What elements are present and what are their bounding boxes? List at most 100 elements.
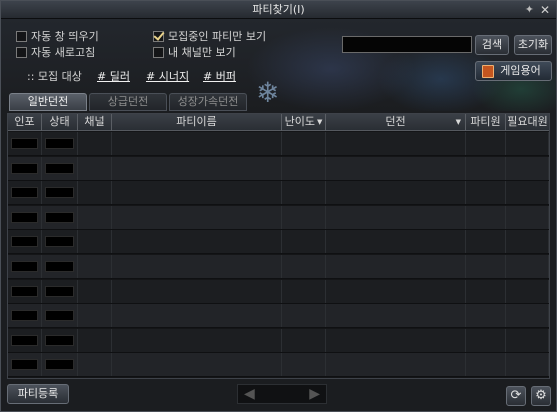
tag-synergy[interactable]: # 시너지 [146,68,189,84]
table-row[interactable] [8,304,549,329]
table-cell [112,279,282,303]
next-page-icon[interactable]: ▶ [309,386,320,402]
tab-normal-dungeon[interactable]: 일반던전 [9,93,87,111]
table-cell [282,156,326,180]
col-needed[interactable]: 필요대원 [506,114,549,131]
pager: ◀ ▶ [237,384,327,404]
auto-refresh-option[interactable]: 자동 새로고침 [16,45,95,59]
my-channel-checkbox[interactable] [153,46,164,58]
table-cell [78,304,112,328]
table-cell [506,304,549,328]
table-row[interactable] [8,328,549,353]
status-slot [45,310,74,322]
table-cell [42,205,78,229]
info-slot [11,187,38,199]
col-difficulty[interactable]: 난이도 ▼ [282,114,326,131]
my-channel-option[interactable]: 내 채널만 보기 [153,45,236,59]
party-table: 인포 상태 채널 파티이름 난이도 ▼ 던전 ▼ 파티원 필요대원 [7,113,550,379]
table-cell [282,328,326,352]
table-row[interactable] [8,279,549,304]
pin-icon[interactable]: ✦ [525,1,534,19]
table-cell [42,304,78,328]
col-members[interactable]: 파티원 [466,114,506,131]
table-cell [466,353,506,377]
col-party-name[interactable]: 파티이름 [112,114,282,131]
table-cell [326,132,466,155]
table-cell [466,132,506,155]
tab-advanced-dungeon[interactable]: 상급던전 [89,93,167,111]
status-slot [45,261,74,272]
tag-buffer[interactable]: # 버퍼 [203,68,236,84]
search-button[interactable]: 검색 [475,35,509,55]
auto-popup-option[interactable]: 자동 창 띄우기 [16,29,99,43]
prev-page-icon[interactable]: ◀ [244,386,255,402]
table-row[interactable] [8,230,549,255]
info-slot [11,310,38,322]
table-cell [8,279,42,303]
table-cell [326,205,466,229]
register-party-button[interactable]: 파티등록 [7,384,69,404]
table-cell [282,205,326,229]
table-header: 인포 상태 채널 파티이름 난이도 ▼ 던전 ▼ 파티원 필요대원 [8,114,549,131]
status-slot [45,285,74,297]
game-terms-button[interactable]: 게임용어 [475,61,552,81]
table-cell [8,205,42,229]
table-cell [78,353,112,377]
table-cell [8,156,42,180]
table-cell [8,353,42,377]
table-cell [466,255,506,278]
search-input[interactable] [342,36,472,53]
tag-dealer[interactable]: # 딜러 [97,68,130,84]
game-terms-label: 게임용어 [500,64,541,77]
close-icon[interactable]: ✕ [540,1,550,19]
table-cell [506,328,549,352]
gear-icon[interactable]: ⚙ [531,386,551,406]
table-cell [78,132,112,155]
col-info[interactable]: 인포 [8,114,42,131]
table-row[interactable] [8,205,549,230]
table-cell [112,230,282,254]
table-cell [466,304,506,328]
table-cell [42,230,78,254]
info-slot [11,334,38,346]
col-status[interactable]: 상태 [42,114,78,131]
table-cell [8,132,42,155]
table-cell [506,230,549,254]
table-row[interactable] [8,353,549,378]
table-cell [326,328,466,352]
table-row[interactable] [8,156,549,181]
col-dungeon[interactable]: 던전 ▼ [326,114,466,131]
table-cell [506,156,549,180]
table-row[interactable] [8,132,549,156]
table-cell [506,205,549,229]
recruiting-only-checkbox[interactable] [153,30,164,42]
col-channel[interactable]: 채널 [78,114,112,131]
info-slot [11,261,38,272]
table-cell [506,279,549,303]
table-cell [42,132,78,155]
table-cell [78,279,112,303]
table-cell [42,156,78,180]
status-slot [45,236,74,248]
window-title: 파티찾기(I) [252,3,305,16]
table-cell [282,279,326,303]
tab-growth-dungeon[interactable]: 성장가속던전 [169,93,247,111]
table-row[interactable] [8,181,549,206]
table-cell [282,181,326,205]
recruiting-only-option[interactable]: 모집중인 파티만 보기 [153,29,266,43]
status-slot [45,162,74,174]
title-bar[interactable]: 파티찾기(I) ✦ ✕ [1,1,556,19]
auto-refresh-checkbox[interactable] [16,46,27,58]
auto-popup-checkbox[interactable] [16,30,27,42]
table-cell [112,156,282,180]
table-cell [8,304,42,328]
table-cell [326,156,466,180]
reset-button[interactable]: 초기화 [514,35,552,55]
table-cell [282,353,326,377]
refresh-icon[interactable]: ⟳ [506,386,526,406]
status-slot [45,334,74,346]
table-cell [112,132,282,155]
status-slot [45,187,74,199]
table-cell [8,328,42,352]
table-row[interactable] [8,255,549,279]
